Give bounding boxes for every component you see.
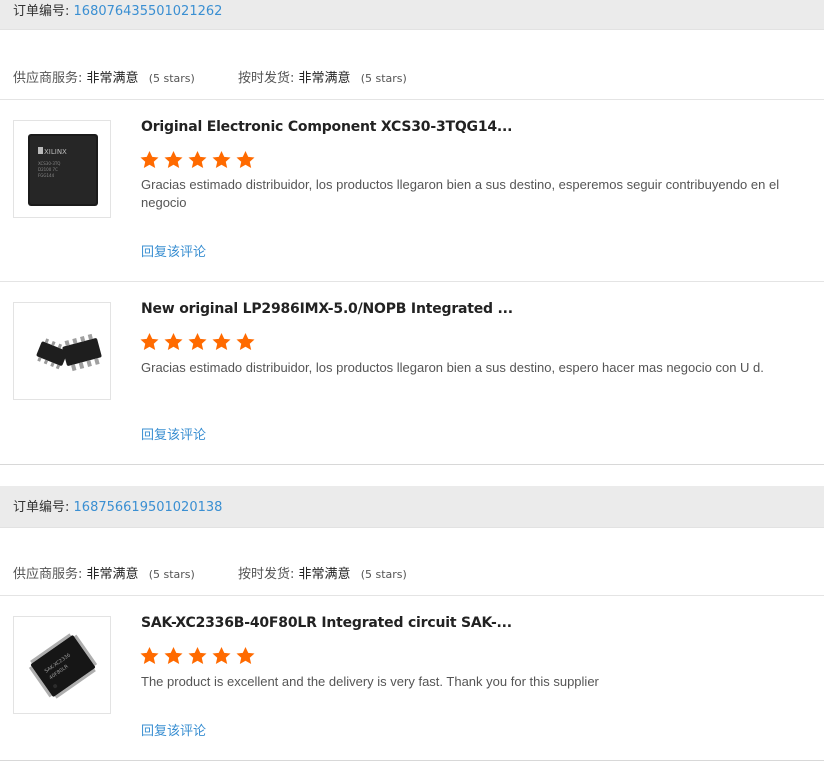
product-title[interactable]: SAK-XC2336B-40F80LR Integrated circuit S… <box>141 615 512 631</box>
star-icon <box>164 333 183 351</box>
supplier-service-value: 非常满意 <box>86 71 139 86</box>
order-divider <box>0 760 824 761</box>
product-thumbnail[interactable] <box>13 302 111 400</box>
review-comment: Gracias estimado distribuidor, los produ… <box>141 360 764 375</box>
order-rating-row: 供应商服务: 非常满意 (5 stars) 按时发货: 非常满意 (5 star… <box>0 67 824 95</box>
reply-review-link[interactable]: 回复该评论 <box>141 241 206 260</box>
product-title[interactable]: Original Electronic Component XCS30-3TQG… <box>141 119 512 135</box>
order-number-link[interactable]: 168756619501020138 <box>74 500 223 515</box>
delivery-stars: (5 stars) <box>360 72 407 85</box>
delivery-label: 按时发货: <box>238 71 295 86</box>
star-icon <box>164 647 183 665</box>
lqfp-chip-image: SAK-XC2336 40F80LR <box>28 633 98 699</box>
delivery-label: 按时发货: <box>238 567 295 582</box>
product-title[interactable]: New original LP2986IMX-5.0/NOPB Integrat… <box>141 301 513 317</box>
order-rating-row: 供应商服务: 非常满意 (5 stars) 按时发货: 非常满意 (5 star… <box>0 563 824 591</box>
star-rating <box>140 151 255 169</box>
review-comment: The product is excellent and the deliver… <box>141 674 599 689</box>
star-icon <box>236 647 255 665</box>
order-divider <box>0 464 824 465</box>
star-icon <box>164 151 183 169</box>
delivery-value: 非常满意 <box>298 71 351 86</box>
product-thumbnail[interactable]: SAK-XC2336 40F80LR <box>13 616 111 714</box>
review-comment: Gracias estimado distribuidor, los produ… <box>141 177 780 210</box>
divider <box>0 595 824 596</box>
order-number-link[interactable]: 168076435501021262 <box>74 4 223 19</box>
supplier-service-value: 非常满意 <box>86 567 139 582</box>
star-rating <box>140 647 255 665</box>
svg-text:D2100 7C: D2100 7C <box>38 167 58 172</box>
reply-review-link[interactable]: 回复该评论 <box>141 720 206 739</box>
star-icon <box>140 333 159 351</box>
star-icon <box>140 647 159 665</box>
product-thumbnail[interactable]: XILINX XCS30-3TQ D2100 7C FGG144 <box>13 120 111 218</box>
star-icon <box>188 333 207 351</box>
qfp-chip-image: XILINX XCS30-3TQ D2100 7C FGG144 <box>28 134 98 206</box>
supplier-service-label: 供应商服务: <box>13 71 83 86</box>
star-icon <box>236 333 255 351</box>
star-icon <box>212 151 231 169</box>
star-icon <box>212 333 231 351</box>
star-icon <box>212 647 231 665</box>
order-header: 订单编号: 168756619501020138 <box>0 486 824 528</box>
delivery-value: 非常满意 <box>298 567 351 582</box>
order-header: 订单编号: 168076435501021262 <box>0 0 824 30</box>
svg-text:FGG144: FGG144 <box>38 173 55 178</box>
order-number-label: 订单编号: <box>13 500 70 515</box>
svg-text:XILINX: XILINX <box>44 148 67 156</box>
supplier-service-stars: (5 stars) <box>148 568 195 581</box>
order-number-label: 订单编号: <box>13 4 70 19</box>
reply-review-link[interactable]: 回复该评论 <box>141 424 206 443</box>
soic-chip-image <box>36 333 102 372</box>
star-rating <box>140 333 255 351</box>
star-icon <box>140 151 159 169</box>
star-icon <box>236 151 255 169</box>
star-icon <box>188 647 207 665</box>
delivery-stars: (5 stars) <box>360 568 407 581</box>
star-icon <box>188 151 207 169</box>
divider <box>0 99 824 100</box>
svg-text:XCS30-3TQ: XCS30-3TQ <box>38 161 60 166</box>
supplier-service-stars: (5 stars) <box>148 72 195 85</box>
supplier-service-label: 供应商服务: <box>13 567 83 582</box>
divider <box>0 281 824 282</box>
